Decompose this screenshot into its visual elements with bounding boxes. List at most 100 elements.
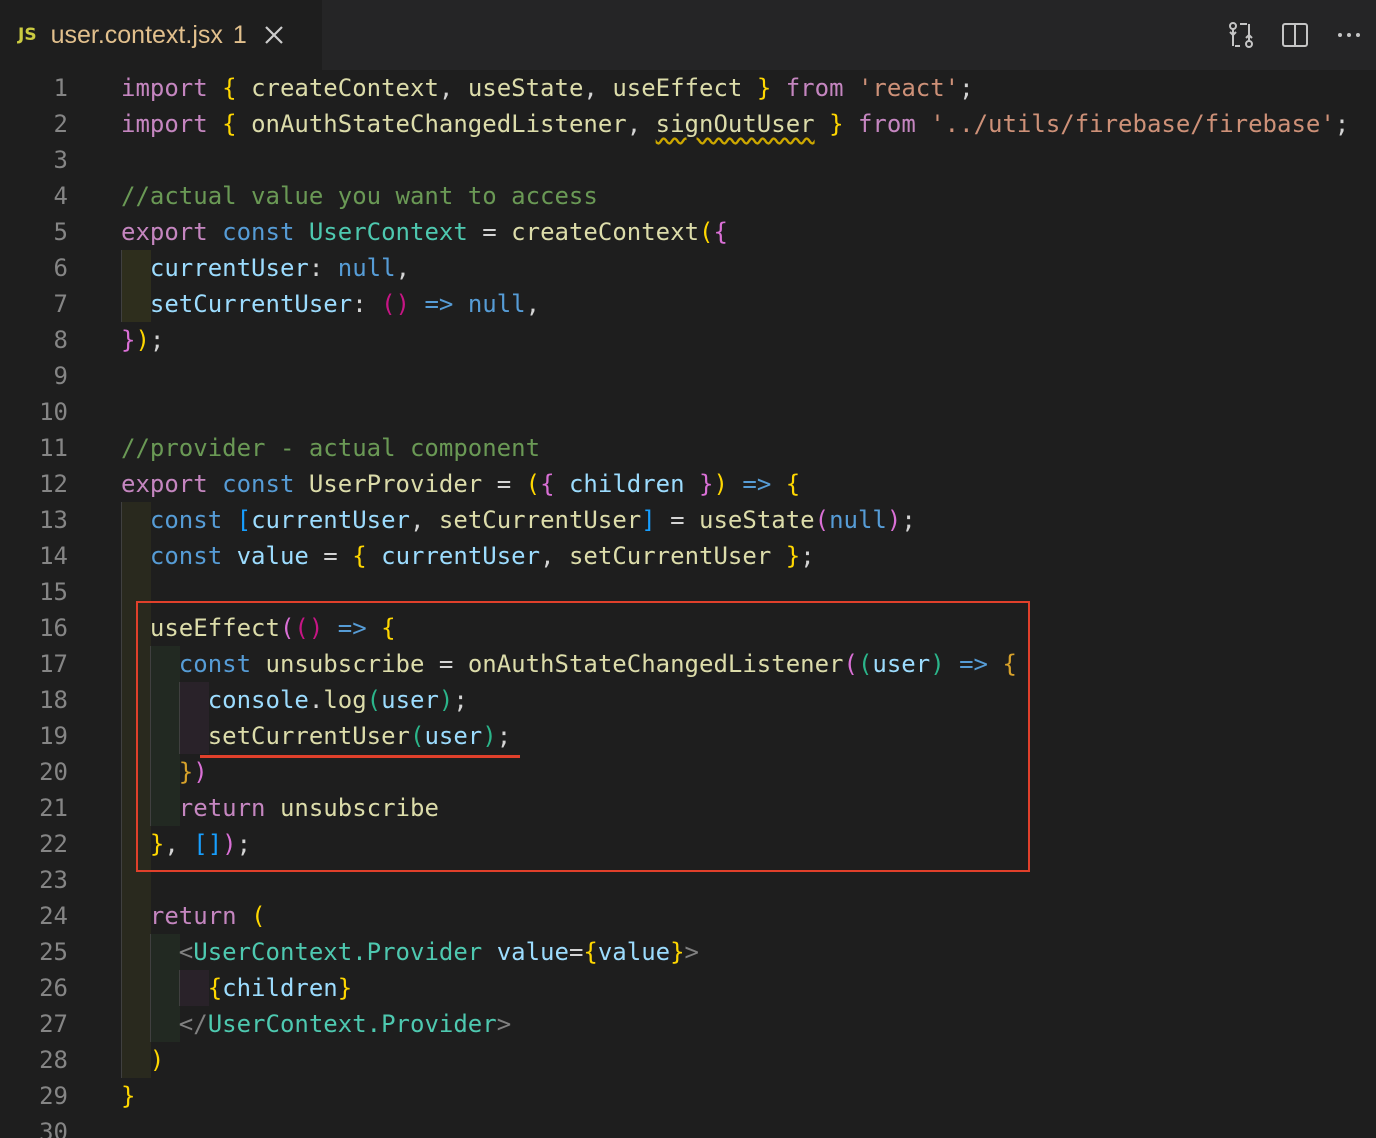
annotation-highlight-box — [136, 601, 1030, 872]
code-token: null — [829, 506, 887, 534]
line-number: 18 — [39, 686, 68, 714]
code-token: from — [857, 110, 916, 138]
code-token: import — [121, 74, 208, 102]
code-line[interactable]: return ( — [121, 898, 1349, 934]
code-token: createContext — [251, 74, 439, 102]
line-number: 23 — [39, 866, 68, 894]
code-token: from — [785, 74, 844, 102]
code-token: currentUser — [251, 506, 411, 534]
code-token: < — [178, 938, 194, 966]
code-token: { — [222, 74, 237, 102]
code-token: { — [540, 470, 555, 498]
code-token: ) — [886, 506, 902, 534]
code-line[interactable]: import { createContext, useState, useEff… — [121, 70, 1349, 106]
more-actions-icon[interactable] — [1322, 0, 1376, 70]
code-line[interactable]: import { onAuthStateChangedListener, sig… — [121, 106, 1349, 142]
code-editor[interactable]: 1 2 3 4 5 6 7 8 9 10 11 12 13 14 15 16 17 18 19 20 21 22 23 24 2… — [0, 70, 1376, 1138]
code-token: ( — [251, 902, 266, 930]
code-line[interactable]: const value = { currentUser, setCurrentU… — [121, 538, 1349, 574]
line-number: 26 — [39, 974, 68, 1002]
code-token: useEffect — [612, 74, 743, 102]
code-token: = — [655, 506, 700, 534]
code-token: , — [395, 254, 411, 282]
code-line[interactable] — [121, 1114, 1349, 1138]
code-line[interactable]: //actual value you want to access — [121, 178, 1349, 214]
close-icon[interactable] — [261, 22, 287, 48]
code-token: ( — [814, 506, 830, 534]
editor-tab-user-context[interactable]: JS user.context.jsx 1 — [0, 0, 322, 70]
code-token: } — [785, 542, 801, 570]
line-number: 3 — [53, 146, 68, 174]
code-line[interactable]: }); — [121, 322, 1349, 358]
code-token: UserProvider — [308, 470, 483, 498]
line-number: 17 — [39, 650, 68, 678]
annotation-underline — [200, 755, 520, 758]
code-line[interactable]: } — [121, 1078, 1349, 1114]
code-line[interactable] — [121, 358, 1349, 394]
code-token: export — [121, 218, 208, 246]
code-token: { — [785, 470, 801, 498]
line-number-gutter: 1 2 3 4 5 6 7 8 9 10 11 12 13 14 15 16 17 18 19 20 21 22 23 24 2… — [0, 70, 100, 1138]
code-token: signOutUser — [655, 110, 815, 138]
code-token: </ — [178, 1010, 208, 1038]
code-token: } — [670, 938, 685, 966]
code-line[interactable] — [121, 394, 1349, 430]
code-token: > — [684, 938, 699, 966]
code-token: 'react' — [857, 74, 960, 102]
code-line[interactable]: export const UserContext = createContext… — [121, 214, 1349, 250]
code-token: ( — [699, 218, 714, 246]
code-token: { — [222, 110, 237, 138]
code-token: return — [149, 902, 237, 930]
line-number: 25 — [39, 938, 68, 966]
code-line[interactable]: currentUser: null, — [121, 250, 1349, 286]
line-number: 12 — [39, 470, 68, 498]
line-number: 2 — [53, 110, 68, 138]
line-number: 1 — [53, 74, 68, 102]
split-editor-icon[interactable] — [1268, 0, 1322, 70]
line-number: 28 — [39, 1046, 68, 1074]
line-number: 9 — [53, 362, 68, 390]
code-token: ; — [959, 74, 974, 102]
code-line[interactable]: export const UserProvider = ({ children … — [121, 466, 1349, 502]
code-token: () — [381, 290, 411, 318]
compare-changes-icon[interactable] — [1214, 0, 1268, 70]
code-token: //actual value you want to access — [121, 182, 598, 210]
line-number: 11 — [39, 434, 68, 462]
code-token: children — [568, 470, 685, 498]
code-token: } — [337, 974, 353, 1002]
code-line[interactable] — [121, 142, 1349, 178]
code-token: { — [352, 542, 367, 570]
problems-count-badge: 1 — [232, 20, 247, 49]
code-line[interactable]: setCurrentUser: () => null, — [121, 286, 1349, 322]
code-line[interactable]: const [currentUser, setCurrentUser] = us… — [121, 502, 1349, 538]
code-line[interactable]: {children} — [121, 970, 1349, 1006]
code-line[interactable]: //provider - actual component — [121, 430, 1349, 466]
code-line[interactable]: ) — [121, 1042, 1349, 1078]
line-number: 4 — [53, 182, 68, 210]
line-number: 15 — [39, 578, 68, 606]
code-token: value — [597, 938, 671, 966]
code-token: '../utils/firebase/firebase' — [930, 110, 1335, 138]
line-number: 19 — [39, 722, 68, 750]
code-line[interactable]: </UserContext.Provider> — [121, 1006, 1349, 1042]
code-token: => — [742, 470, 772, 498]
editor-actions — [1214, 0, 1376, 70]
code-line[interactable]: <UserContext.Provider value={value}> — [121, 934, 1349, 970]
code-token: { — [207, 974, 223, 1002]
code-token: => — [424, 290, 454, 318]
code-token: null — [467, 290, 526, 318]
